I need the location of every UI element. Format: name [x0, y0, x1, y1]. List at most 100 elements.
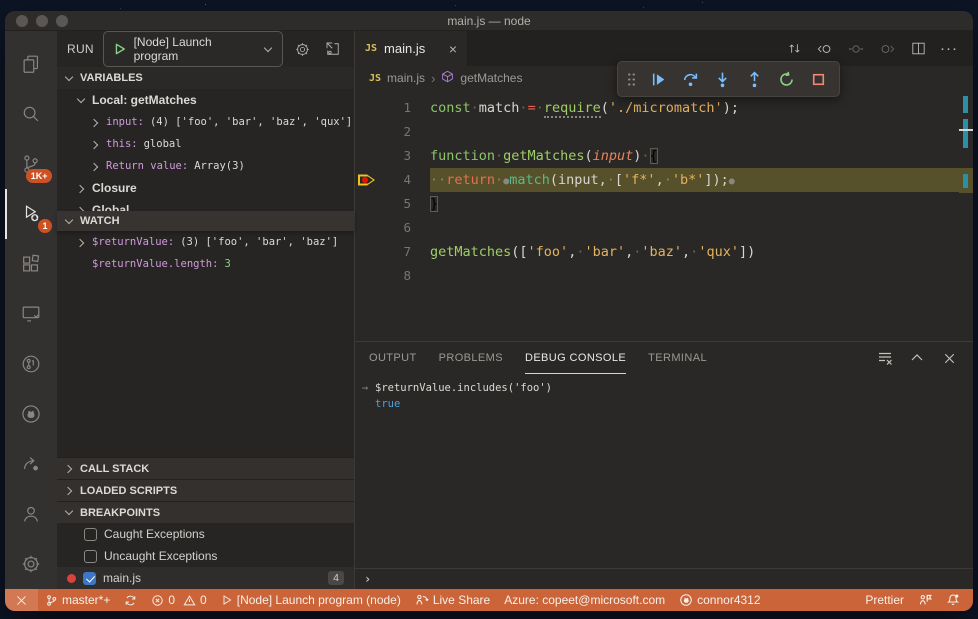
activity-github[interactable]	[5, 389, 57, 439]
breakpoint-mainjs[interactable]: main.js 4	[57, 567, 354, 589]
restart-button[interactable]	[774, 67, 798, 91]
watch-section-header[interactable]: WATCH	[57, 211, 354, 231]
activity-source-control[interactable]: 1K+	[5, 139, 57, 189]
breakpoint-gutter[interactable]	[355, 120, 377, 144]
variable-row-input[interactable]: input: (4) ['foo', 'bar', 'baz', 'qux']	[57, 111, 354, 133]
code-text[interactable]: getMatches(['foo',·'bar',·'baz',·'qux'])	[430, 240, 973, 264]
activity-settings[interactable]	[5, 539, 57, 589]
breakpoint-gutter[interactable]	[355, 192, 377, 216]
variable-row-return-value[interactable]: Return value: Array(3)	[57, 155, 354, 177]
continue-button[interactable]	[646, 67, 670, 91]
breakpoint-gutter[interactable]	[355, 96, 377, 120]
current-breakpoint-arrow-icon[interactable]	[355, 168, 377, 192]
breakpoint-gutter[interactable]	[355, 264, 377, 288]
code-text[interactable]	[430, 120, 973, 144]
overview-ruler[interactable]	[959, 90, 973, 341]
call-stack-section-header[interactable]: CALL STACK	[57, 457, 354, 479]
github-account-status[interactable]: connor4312	[672, 589, 767, 611]
tab-terminal[interactable]: TERMINAL	[648, 342, 707, 374]
live-share-status[interactable]: Live Share	[408, 589, 497, 611]
more-actions-icon[interactable]: ···	[937, 37, 961, 61]
step-out-button[interactable]	[742, 67, 766, 91]
tab-problems[interactable]: PROBLEMS	[439, 342, 503, 374]
split-editor-icon[interactable]	[906, 37, 930, 61]
code-line-3[interactable]: 3 function·getMatches(input)·{	[355, 144, 973, 168]
breakpoint-caught-exceptions[interactable]: Caught Exceptions	[57, 523, 354, 545]
code-line-2[interactable]: 2	[355, 120, 973, 144]
scope-local-row[interactable]: Local: getMatches	[57, 89, 354, 111]
code-text[interactable]: function·getMatches(input)·{	[430, 144, 973, 168]
git-branch-status[interactable]: master*+	[38, 589, 117, 611]
tab-mainjs[interactable]: JS main.js ×	[355, 31, 468, 66]
breakpoint-gutter[interactable]	[355, 240, 377, 264]
watch-row-length[interactable]: $returnValue.length: 3	[57, 253, 354, 275]
code-line-5[interactable]: 5}	[355, 192, 973, 216]
step-forward-icon[interactable]	[875, 37, 899, 61]
close-tab-icon[interactable]: ×	[449, 42, 457, 56]
step-back-icon[interactable]	[813, 37, 837, 61]
clear-console-icon[interactable]	[875, 348, 895, 368]
drag-grip-icon[interactable]	[627, 71, 636, 87]
feedback-button[interactable]	[911, 589, 939, 611]
azure-account-status[interactable]: Azure: copeet@microsoft.com	[497, 589, 672, 611]
code-text[interactable]	[430, 216, 973, 240]
loaded-scripts-section-header[interactable]: LOADED SCRIPTS	[57, 479, 354, 501]
breadcrumb-symbol[interactable]: getMatches	[460, 71, 522, 85]
tab-debug-console[interactable]: DEBUG CONSOLE	[524, 342, 627, 374]
code-text[interactable]: ··return·●match(input,·['f*',·'b*']);●	[430, 168, 973, 192]
breakpoint-uncaught-exceptions[interactable]: Uncaught Exceptions	[57, 545, 354, 567]
breadcrumb-file[interactable]: main.js	[387, 71, 425, 85]
code-line-4[interactable]: 4 ··return·●match(input,·['f*',·'b*']);●	[355, 168, 973, 192]
scope-global-row-clipped[interactable]: Global	[57, 199, 354, 211]
activity-live-share[interactable]	[5, 439, 57, 489]
open-changes-icon[interactable]	[782, 37, 806, 61]
activity-accounts[interactable]	[5, 489, 57, 539]
code-line-6[interactable]: 6	[355, 216, 973, 240]
code-line-1[interactable]: 1 const·match·=·require('./micromatch');	[355, 96, 973, 120]
activity-search[interactable]	[5, 89, 57, 139]
code-text[interactable]	[430, 264, 973, 288]
breakpoint-gutter[interactable]	[355, 216, 377, 240]
maximize-panel-icon[interactable]	[907, 348, 927, 368]
debug-console-output[interactable]: → $returnValue.includes('foo') true	[355, 374, 973, 568]
debug-console-input[interactable]: ›	[355, 568, 973, 589]
sync-status[interactable]	[117, 589, 144, 611]
checkbox[interactable]	[84, 549, 97, 563]
prettier-status[interactable]: Prettier	[858, 589, 911, 611]
activity-extensions[interactable]	[5, 239, 57, 289]
checkbox[interactable]	[84, 527, 97, 541]
debug-launch-status[interactable]: [Node] Launch program (node)	[214, 589, 408, 611]
breakpoints-section-header[interactable]: BREAKPOINTS	[57, 501, 354, 523]
code-lines[interactable]: 1 const·match·=·require('./micromatch'); 2…	[355, 90, 973, 288]
variables-section-header[interactable]: VARIABLES	[57, 67, 354, 89]
start-debugging-icon[interactable]	[113, 42, 127, 56]
breakpoint-gutter[interactable]	[355, 144, 377, 168]
open-debug-console-button[interactable]	[322, 38, 344, 60]
launch-config-dropdown[interactable]: [Node] Launch program	[102, 31, 283, 67]
notifications-button[interactable]	[939, 589, 967, 611]
checkbox[interactable]	[83, 571, 96, 585]
title-bar[interactable]: main.js — node	[5, 11, 973, 31]
scope-closure-row[interactable]: Closure	[57, 177, 354, 199]
code-line-7[interactable]: 7 getMatches(['foo',·'bar',·'baz',·'qux']…	[355, 240, 973, 264]
step-into-button[interactable]	[710, 67, 734, 91]
code-text[interactable]: const·match·=·require('./micromatch');	[430, 96, 973, 120]
close-panel-icon[interactable]	[939, 348, 959, 368]
tab-output[interactable]: OUTPUT	[369, 342, 417, 374]
code-editor[interactable]: 1 const·match·=·require('./micromatch'); 2…	[355, 90, 973, 341]
stop-button[interactable]	[806, 67, 830, 91]
activity-remote-explorer[interactable]	[5, 289, 57, 339]
variable-row-this[interactable]: this: global	[57, 133, 354, 155]
step-over-button[interactable]	[678, 67, 702, 91]
activity-pull-requests[interactable]	[5, 339, 57, 389]
configure-gear-button[interactable]	[292, 38, 314, 60]
reverse-continue-icon[interactable]	[844, 37, 868, 61]
problems-status[interactable]: 0 0	[144, 589, 213, 611]
remote-indicator[interactable]	[5, 589, 38, 611]
activity-run-debug[interactable]: 1	[5, 189, 57, 239]
code-line-8[interactable]: 8	[355, 264, 973, 288]
activity-explorer[interactable]	[5, 39, 57, 89]
code-text[interactable]: }	[430, 192, 973, 216]
watch-row-returnvalue[interactable]: $returnValue: (3) ['foo', 'bar', 'baz']	[57, 231, 354, 253]
window-title: main.js — node	[447, 13, 531, 28]
